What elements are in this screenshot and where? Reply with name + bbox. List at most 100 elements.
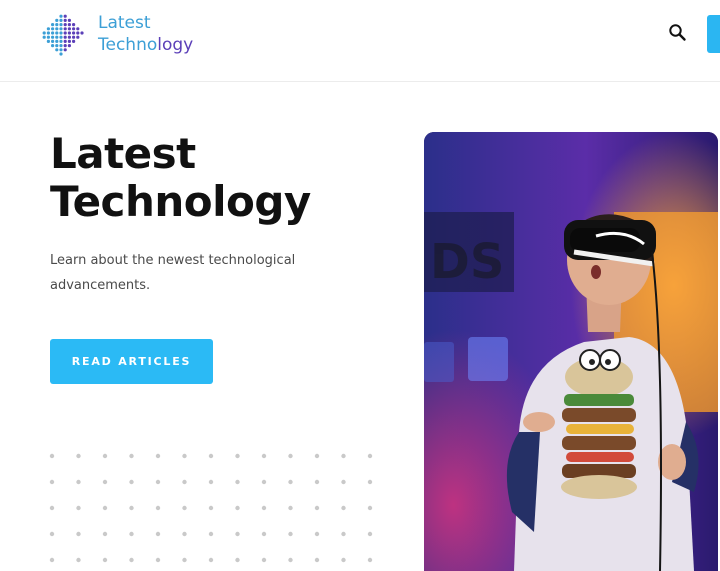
grid-dot <box>49 453 55 459</box>
logo-dot <box>67 44 71 48</box>
grid-dot <box>261 479 267 485</box>
grid-dot <box>182 557 187 563</box>
logo-dot <box>63 31 67 35</box>
grid-dot <box>367 557 373 563</box>
grid-dot <box>129 479 134 485</box>
grid-dot <box>208 453 214 459</box>
logo-dot <box>59 52 63 56</box>
grid-dot <box>367 505 373 511</box>
grid-dot <box>341 557 346 563</box>
grid-dot <box>49 505 55 511</box>
grid-dot <box>155 453 161 459</box>
grid-dot <box>314 479 320 485</box>
grid-dot <box>102 557 108 563</box>
logo-dot <box>42 35 46 39</box>
site-logo[interactable]: Latest Technology <box>32 8 212 60</box>
logo-dot <box>51 27 55 31</box>
logo-dot <box>59 23 63 27</box>
grid-dot <box>288 505 293 511</box>
grid-dot <box>341 531 346 537</box>
grid-dot <box>288 453 293 459</box>
grid-dot <box>182 505 187 511</box>
logo-dot <box>59 31 63 35</box>
logo-dot <box>55 48 59 52</box>
hero-description: Learn about the newest technological adv… <box>50 253 296 293</box>
logo-diamond-icon <box>42 14 84 56</box>
decorative-dot-grid <box>49 453 373 563</box>
read-articles-button[interactable]: READ ARTICLES <box>50 339 213 384</box>
logo-dot <box>51 35 55 39</box>
grid-dot <box>182 453 187 459</box>
logo-dot <box>72 31 76 35</box>
grid-dot <box>182 479 187 485</box>
grid-dot <box>49 479 55 485</box>
header-cta-button[interactable] <box>707 15 720 53</box>
grid-dot <box>155 505 161 511</box>
logo-dot <box>59 18 63 22</box>
logo-dot <box>67 18 71 22</box>
logo-dot <box>46 35 50 39</box>
grid-dot <box>129 557 134 563</box>
logo-dot <box>55 39 59 43</box>
logo-dot <box>46 27 50 31</box>
grid-dot <box>155 557 161 563</box>
grid-dot <box>341 479 346 485</box>
grid-dot <box>235 531 240 537</box>
grid-dot <box>261 531 267 537</box>
grid-dot <box>235 505 240 511</box>
logo-dot <box>72 35 76 39</box>
hero-image: DS <box>424 132 718 571</box>
logo-dot <box>55 23 59 27</box>
grid-dot <box>102 453 108 459</box>
logo-dot <box>67 23 71 27</box>
logo-wordmark: Latest Technology <box>98 12 193 56</box>
grid-dot <box>341 505 346 511</box>
logo-dot <box>63 18 67 22</box>
logo-dot <box>80 31 84 35</box>
grid-dot <box>235 557 240 563</box>
grid-dot <box>102 479 108 485</box>
logo-dot <box>55 31 59 35</box>
grid-dot <box>288 557 293 563</box>
grid-dot <box>182 531 187 537</box>
search-icon <box>669 24 686 41</box>
logo-dot <box>63 48 67 52</box>
logo-dot <box>63 14 67 18</box>
grid-dot <box>208 479 214 485</box>
logo-dot <box>72 39 76 43</box>
site-header: Latest Technology <box>0 0 720 82</box>
logo-dot <box>63 39 67 43</box>
logo-dot <box>63 35 67 39</box>
search-button[interactable] <box>664 19 692 47</box>
logo-dot <box>46 39 50 43</box>
grid-dot <box>129 453 134 459</box>
grid-dot <box>208 505 214 511</box>
grid-dot <box>314 531 320 537</box>
logo-dot <box>51 39 55 43</box>
grid-dot <box>288 479 293 485</box>
logo-line-2-accent: logy <box>157 35 194 55</box>
grid-dot <box>341 453 346 459</box>
logo-dot <box>55 18 59 22</box>
grid-dot <box>261 453 267 459</box>
logo-dot <box>51 44 55 48</box>
grid-dot <box>129 531 134 537</box>
logo-line-2-main: Techno <box>98 35 158 55</box>
hero-image-illustration: DS <box>424 132 718 571</box>
grid-dot <box>76 531 81 537</box>
grid-dot <box>155 479 161 485</box>
grid-dot <box>367 453 373 459</box>
logo-dot <box>59 44 63 48</box>
logo-dot <box>59 14 63 18</box>
logo-dot <box>42 31 46 35</box>
logo-dot <box>55 44 59 48</box>
logo-dot <box>67 31 71 35</box>
logo-dot <box>72 27 76 31</box>
grid-dot <box>261 557 267 563</box>
grid-dot <box>49 531 55 537</box>
logo-dot <box>72 23 76 27</box>
grid-dot <box>314 557 320 563</box>
grid-dot <box>76 479 81 485</box>
grid-dot <box>76 453 81 459</box>
hero-title: Latest Technology <box>50 130 410 226</box>
